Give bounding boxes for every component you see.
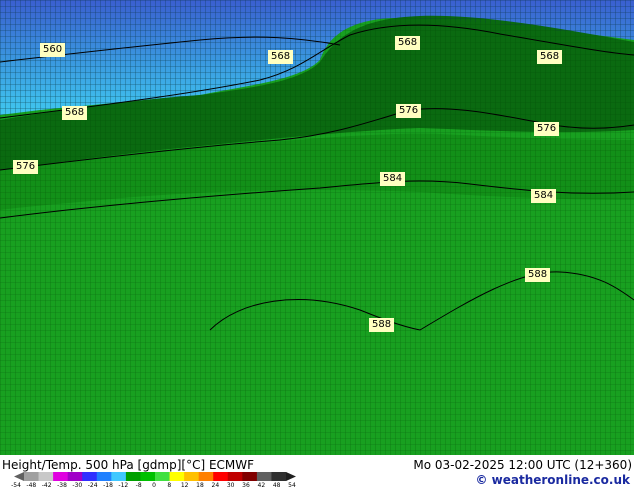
contour-label: 568 xyxy=(537,50,563,64)
temperature-colorbar xyxy=(14,472,296,481)
colorbar-tick-label: 8 xyxy=(167,482,172,489)
contour-label: 568 xyxy=(395,36,421,50)
colorbar-tick-label: -54 xyxy=(11,482,21,489)
colorbar-tick-label: 54 xyxy=(288,482,296,489)
colorbar-tick-label: 24 xyxy=(211,482,220,489)
colorbar-tick-label: -18 xyxy=(103,482,113,489)
colorbar-tick-label: -24 xyxy=(87,482,98,489)
colorbar-tick-label: -8 xyxy=(135,482,142,489)
weather-map-page: 560 568 568 568 568 576 576 576 584 584 … xyxy=(0,0,634,490)
colorbar-swatch xyxy=(111,472,127,481)
colorbar-tick-label: 36 xyxy=(242,482,250,489)
colorbar-tick-labels: -54 -48 -42 -38 -30 -24 -18 -12 -8 0 8 12 18 24 30 36 42… xyxy=(11,482,306,490)
colorbar-tick-label: 0 xyxy=(152,482,156,489)
map-footer: Height/Temp. 500 hPa [gdmp][°C] ECMWF Mo… xyxy=(0,455,634,490)
colorbar-tick-label: -42 xyxy=(41,482,52,489)
contour-label: 576 xyxy=(534,122,560,136)
contour-label: 568 xyxy=(268,50,294,64)
contour-label: 588 xyxy=(525,268,551,282)
contour-label: 584 xyxy=(380,172,406,186)
contour-label: 588 xyxy=(369,318,395,332)
colorbar-swatch xyxy=(24,472,39,481)
contour-label: 560 xyxy=(40,43,66,57)
colorbar-tick-label: -12 xyxy=(118,482,129,489)
colorbar-swatch xyxy=(242,472,258,481)
colorbar-swatch xyxy=(169,472,185,481)
contour-label: 568 xyxy=(62,106,88,120)
map-title: Height/Temp. 500 hPa [gdmp][°C] ECMWF xyxy=(2,458,255,472)
contour-label: 584 xyxy=(531,189,557,203)
colorbar-arrow-right xyxy=(286,472,296,481)
colorbar-swatch xyxy=(271,472,287,481)
colorbar-swatch xyxy=(155,472,170,481)
colorbar-swatch xyxy=(213,472,229,481)
colorbar-swatch xyxy=(256,472,272,481)
contour-label: 576 xyxy=(13,160,39,174)
colorbar-swatch xyxy=(140,472,156,481)
colorbar-tick-label: 48 xyxy=(272,482,281,489)
colorbar-tick-label: -30 xyxy=(72,482,83,489)
colorbar-tick-label: 42 xyxy=(257,482,266,489)
colorbar-swatch xyxy=(53,472,68,481)
forecast-time: Mo 03-02-2025 12:00 UTC (12+360) xyxy=(413,458,632,472)
colorbar-arrow-left xyxy=(14,472,24,481)
colorbar-swatch xyxy=(96,472,112,481)
colorbar-swatch xyxy=(67,472,83,481)
colorbar-swatch xyxy=(227,472,243,481)
colorbar-swatch xyxy=(184,472,199,481)
colorbar-tick-label: 30 xyxy=(226,482,235,489)
colorbar-swatch xyxy=(82,472,98,481)
colorbar-tick-label: 18 xyxy=(196,482,204,489)
colorbar-swatch xyxy=(125,472,141,481)
colorbar-tick-label: -38 xyxy=(57,482,67,489)
colorbar-swatch xyxy=(38,472,54,481)
source-credit[interactable]: © weatheronline.co.uk xyxy=(475,473,630,487)
colorbar-tick-label: -48 xyxy=(26,482,37,489)
colorbar-tick-label: 12 xyxy=(180,482,189,489)
geopotential-map xyxy=(0,0,634,455)
contour-label: 576 xyxy=(396,104,422,118)
colorbar-swatch xyxy=(198,472,214,481)
